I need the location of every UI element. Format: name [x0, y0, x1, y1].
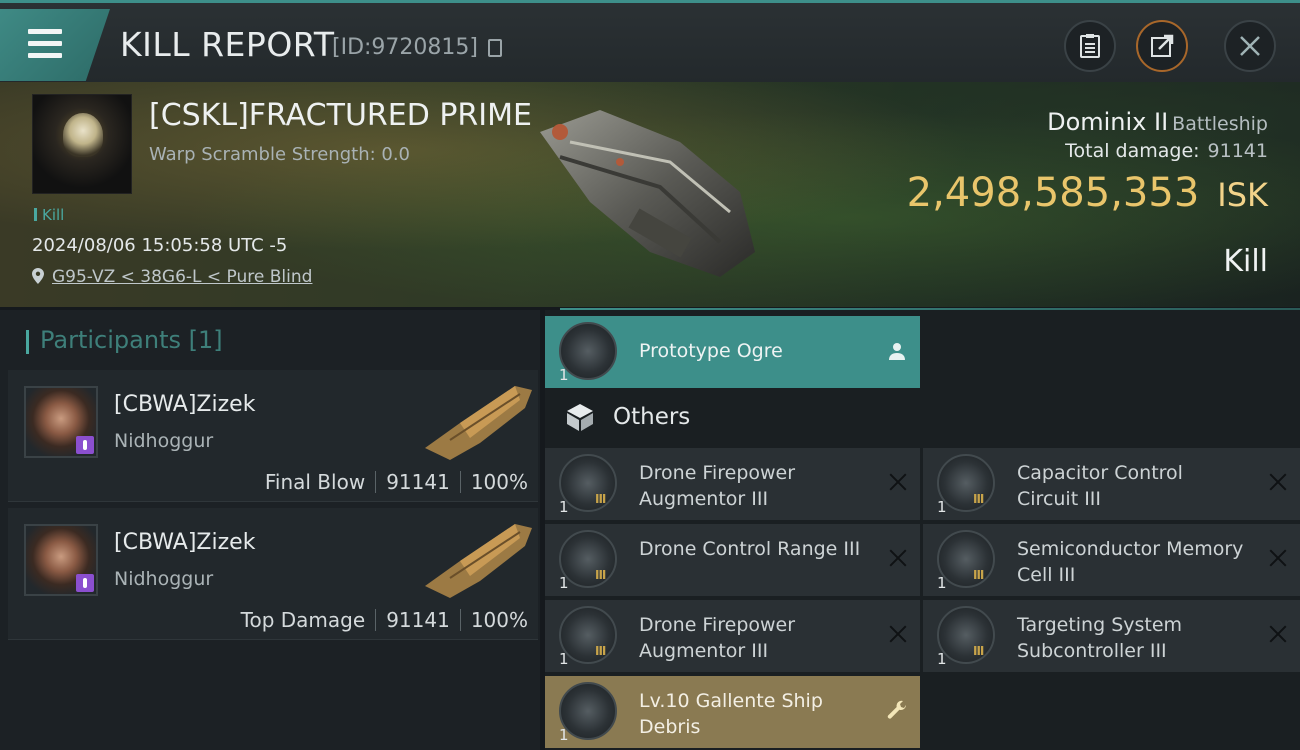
- participant-ship: Nidhoggur: [114, 430, 214, 452]
- remove-x-icon[interactable]: [1268, 472, 1288, 492]
- debris-item[interactable]: 1 Lv.10 Gallente Ship Debris: [545, 676, 920, 748]
- item-quantity: 1: [937, 574, 947, 592]
- copy-icon[interactable]: [488, 39, 502, 57]
- tech-level-badge: III: [595, 568, 606, 582]
- participant-name: [CBWA]Zizek: [114, 530, 256, 555]
- ship-icon: [425, 386, 532, 460]
- item-quantity: 1: [559, 650, 569, 668]
- victim-banner: [CSKL]FRACTURED PRIME Warp Scramble Stre…: [0, 82, 1300, 307]
- victim-ship[interactable]: Dominix II Battleship: [1047, 108, 1268, 136]
- participant-row[interactable]: [CBWA]Zizek Nidhoggur Top Damage 91141 100…: [8, 508, 538, 640]
- remove-x-icon[interactable]: [1268, 548, 1288, 568]
- items-panel: 1 Prototype Ogre Others 1 III Drone Fire…: [545, 310, 1300, 750]
- item-name: Targeting System Subcontroller III: [1017, 614, 1183, 662]
- clipboard-icon: [1080, 34, 1100, 58]
- wrench-icon[interactable]: [886, 700, 908, 722]
- participant-role: Top Damage: [240, 608, 366, 632]
- kill-location[interactable]: G95-VZ < 38G6-L < Pure Blind: [32, 267, 312, 287]
- item-name: Lv.10 Gallente Ship Debris: [639, 690, 823, 738]
- participant-ship: Nidhoggur: [114, 568, 214, 590]
- faction-badge-icon: [76, 574, 94, 592]
- item-row[interactable]: 1 III Targeting System Subcontroller III: [923, 600, 1300, 672]
- remove-x-icon[interactable]: [888, 472, 908, 492]
- close-button[interactable]: [1224, 20, 1276, 72]
- avatar[interactable]: [24, 524, 98, 596]
- ship-icon: [425, 524, 532, 598]
- participant-row[interactable]: [CBWA]Zizek Nidhoggur Final Blow 91141 100…: [8, 370, 538, 502]
- victim-portrait[interactable]: [32, 94, 132, 194]
- close-icon: [1240, 36, 1260, 56]
- item-name: Prototype Ogre: [639, 340, 783, 362]
- item-quantity: 1: [937, 650, 947, 668]
- tech-level-badge: III: [973, 492, 984, 506]
- item-name: Drone Firepower Augmentor III: [639, 614, 796, 662]
- item-name: Capacitor Control Circuit III: [1017, 462, 1183, 510]
- others-label: Others: [613, 404, 691, 430]
- participants-title: Participants [1]: [26, 326, 223, 354]
- item-row[interactable]: 1 III Drone Control Range III: [545, 524, 920, 596]
- ship-render-image: [540, 110, 755, 277]
- total-damage-value: 91141: [1207, 140, 1268, 162]
- participant-percent: 100%: [470, 608, 528, 632]
- ship-class: Battleship: [1172, 113, 1268, 135]
- report-id: [ID:9720815]: [332, 35, 478, 60]
- participant-name: [CBWA]Zizek: [114, 392, 256, 417]
- tech-level-badge: III: [973, 568, 984, 582]
- remove-x-icon[interactable]: [888, 624, 908, 644]
- clipboard-button[interactable]: [1064, 20, 1116, 72]
- item-row[interactable]: 1 III Drone Firepower Augmentor III: [545, 600, 920, 672]
- kill-datetime: 2024/08/06 15:05:58 UTC -5: [32, 235, 288, 256]
- avatar[interactable]: [24, 386, 98, 458]
- header-bar: KILL REPORT [ID:9720815]: [0, 0, 1300, 82]
- item-name: Drone Firepower Augmentor III: [639, 462, 796, 510]
- tech-level-badge: III: [973, 644, 984, 658]
- others-section-header: Others: [545, 392, 920, 446]
- tech-level-badge: III: [595, 644, 606, 658]
- cube-icon: [567, 404, 593, 431]
- warp-scramble-strength: Warp Scramble Strength: 0.0: [149, 144, 411, 165]
- item-quantity: 1: [559, 366, 569, 384]
- item-quantity: 1: [559, 574, 569, 592]
- item-row[interactable]: 1 III Capacitor Control Circuit III: [923, 448, 1300, 520]
- item-quantity: 1: [559, 726, 569, 744]
- page-title: KILL REPORT: [120, 25, 335, 64]
- participant-stats: Top Damage 91141 100%: [241, 608, 528, 632]
- isk-value: 2,498,585,353 ISK: [907, 170, 1268, 216]
- share-button[interactable]: [1136, 20, 1188, 72]
- user-icon[interactable]: [888, 342, 906, 360]
- menu-icon[interactable]: [0, 9, 110, 81]
- drone-item[interactable]: 1 Prototype Ogre: [545, 316, 920, 388]
- item-name: Drone Control Range III: [639, 538, 861, 560]
- participant-damage: 91141: [386, 608, 450, 632]
- participant-percent: 100%: [470, 470, 528, 494]
- location-pin-icon: [32, 268, 44, 284]
- kill-tag: Kill: [34, 206, 64, 224]
- item-quantity: 1: [937, 498, 947, 516]
- item-quantity: 1: [559, 498, 569, 516]
- kill-result: Kill: [1223, 244, 1268, 279]
- ship-name: Dominix II: [1047, 108, 1169, 136]
- isk-unit: ISK: [1217, 176, 1268, 214]
- participants-panel: Participants [1] [CBWA]Zizek Nidhoggur F…: [0, 310, 540, 750]
- share-icon: [1151, 34, 1174, 57]
- faction-badge-icon: [76, 436, 94, 454]
- remove-x-icon[interactable]: [1268, 624, 1288, 644]
- participant-damage: 91141: [386, 470, 450, 494]
- total-damage: Total damage: 91141: [1065, 140, 1268, 162]
- total-damage-label: Total damage:: [1065, 140, 1200, 162]
- participant-stats: Final Blow 91141 100%: [265, 470, 528, 494]
- empty-slot: [923, 676, 1300, 750]
- item-name: Semiconductor Memory Cell III: [1017, 538, 1244, 586]
- item-row[interactable]: 1 III Drone Firepower Augmentor III: [545, 448, 920, 520]
- tech-level-badge: III: [595, 492, 606, 506]
- isk-amount: 2,498,585,353: [906, 170, 1200, 216]
- item-row[interactable]: 1 III Semiconductor Memory Cell III: [923, 524, 1300, 596]
- remove-x-icon[interactable]: [888, 548, 908, 568]
- participant-role: Final Blow: [264, 470, 366, 494]
- victim-name[interactable]: [CSKL]FRACTURED PRIME: [149, 98, 532, 133]
- location-link[interactable]: G95-VZ < 38G6-L < Pure Blind: [52, 267, 312, 287]
